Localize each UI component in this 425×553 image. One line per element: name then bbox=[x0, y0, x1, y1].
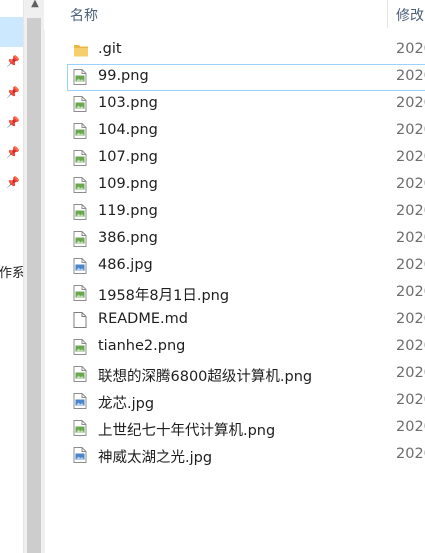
file-row[interactable]: 上世纪七十年代计算机.png 2020 bbox=[67, 415, 425, 442]
file-row[interactable]: 486.jpg 2020 bbox=[67, 253, 425, 280]
pin-icon[interactable]: 📌 bbox=[6, 146, 20, 160]
png-image-icon bbox=[73, 177, 87, 193]
file-name: 119.png bbox=[98, 203, 158, 219]
file-row[interactable]: 119.png 2020 bbox=[67, 199, 425, 226]
file-row[interactable]: 103.png 2020 bbox=[67, 91, 425, 118]
file-modified-date: 2020 bbox=[396, 41, 425, 57]
file-name: 联想的深腾6800超级计算机.png bbox=[98, 369, 313, 385]
png-image-icon bbox=[73, 96, 87, 112]
png-image-icon bbox=[73, 285, 87, 301]
nav-item-label[interactable]: 操作系 bbox=[0, 262, 23, 281]
column-divider[interactable] bbox=[387, 0, 388, 28]
pin-icon[interactable]: 📌 bbox=[6, 55, 20, 69]
file-name: 龙芯.jpg bbox=[98, 396, 155, 412]
file-modified-date: 2020 bbox=[396, 365, 425, 381]
pin-icon[interactable]: 📌 bbox=[6, 176, 20, 190]
file-modified-date: 2020 bbox=[396, 392, 425, 408]
navigation-pane: 📌 📌 📌 📌 📌 操作系 bbox=[0, 0, 23, 553]
sort-indicator-icon: ^ bbox=[220, 0, 228, 2]
file-modified-date: 2020 bbox=[396, 257, 425, 273]
png-image-icon bbox=[73, 69, 87, 85]
file-modified-date: 2020 bbox=[396, 338, 425, 354]
file-modified-date: 2020 bbox=[396, 95, 425, 111]
pin-icon[interactable]: 📌 bbox=[6, 86, 20, 100]
file-row[interactable]: 联想的深腾6800超级计算机.png 2020 bbox=[67, 361, 425, 388]
file-modified-date: 2020 bbox=[396, 419, 425, 435]
file-modified-date: 2020 bbox=[396, 203, 425, 219]
scroll-thumb[interactable] bbox=[27, 18, 41, 553]
jpg-image-icon bbox=[73, 393, 87, 409]
jpg-image-icon bbox=[73, 447, 87, 463]
png-image-icon bbox=[73, 420, 87, 436]
file-name: 107.png bbox=[98, 149, 158, 165]
file-name: 104.png bbox=[98, 122, 158, 138]
file-row[interactable]: 386.png 2020 bbox=[67, 226, 425, 253]
pin-icon[interactable]: 📌 bbox=[6, 116, 20, 130]
png-image-icon bbox=[73, 366, 87, 382]
name-column-header[interactable]: 名称 bbox=[70, 5, 98, 25]
file-row[interactable]: 龙芯.jpg 2020 bbox=[67, 388, 425, 415]
file-row[interactable]: .git 2020 bbox=[67, 37, 425, 64]
file-name: README.md bbox=[98, 311, 188, 327]
file-row[interactable]: 104.png 2020 bbox=[67, 118, 425, 145]
file-modified-date: 2020 bbox=[396, 230, 425, 246]
file-modified-date: 2020 bbox=[396, 446, 425, 462]
document-icon bbox=[73, 312, 87, 328]
file-row[interactable]: tianhe2.png 2020 bbox=[67, 334, 425, 361]
nav-selected-item[interactable] bbox=[0, 17, 23, 47]
file-name: 神威太湖之光.jpg bbox=[98, 450, 213, 466]
file-name: 109.png bbox=[98, 176, 158, 192]
file-modified-date: 2020 bbox=[396, 68, 425, 84]
file-row[interactable]: 神威太湖之光.jpg 2020 bbox=[67, 442, 425, 469]
file-row[interactable]: README.md 2020 bbox=[67, 307, 425, 334]
file-list: .git 2020 99.png 2020 103.png 2020 104.png 2020… bbox=[67, 37, 425, 469]
file-name: 99.png bbox=[98, 68, 149, 84]
png-image-icon bbox=[73, 339, 87, 355]
scroll-up-icon[interactable]: ▲ bbox=[28, 0, 42, 12]
jpg-image-icon bbox=[73, 258, 87, 274]
file-row[interactable]: 1958年8月1日.png 2020 bbox=[67, 280, 425, 307]
file-name: 386.png bbox=[98, 230, 158, 246]
png-image-icon bbox=[73, 123, 87, 139]
file-row[interactable]: 109.png 2020 bbox=[67, 172, 425, 199]
file-name: 103.png bbox=[98, 95, 158, 111]
file-row[interactable]: 99.png 2020 bbox=[67, 64, 425, 91]
file-modified-date: 2020 bbox=[396, 149, 425, 165]
file-modified-date: 2020 bbox=[396, 122, 425, 138]
file-modified-date: 2020 bbox=[396, 311, 425, 327]
file-name: 上世纪七十年代计算机.png bbox=[98, 423, 276, 439]
file-row[interactable]: 107.png 2020 bbox=[67, 145, 425, 172]
date-modified-column-header[interactable]: 修改 bbox=[396, 5, 424, 25]
png-image-icon bbox=[73, 150, 87, 166]
file-name: tianhe2.png bbox=[98, 338, 186, 354]
file-name: .git bbox=[98, 41, 122, 57]
file-name: 1958年8月1日.png bbox=[98, 288, 230, 304]
png-image-icon bbox=[73, 231, 87, 247]
file-modified-date: 2020 bbox=[396, 176, 425, 192]
file-name: 486.jpg bbox=[98, 257, 153, 273]
png-image-icon bbox=[73, 204, 87, 220]
nav-scrollbar[interactable]: ▲ bbox=[23, 0, 45, 553]
folder-icon bbox=[73, 42, 88, 58]
file-modified-date: 2020 bbox=[396, 284, 425, 300]
column-header: ^ 名称 修改 bbox=[44, 0, 425, 30]
